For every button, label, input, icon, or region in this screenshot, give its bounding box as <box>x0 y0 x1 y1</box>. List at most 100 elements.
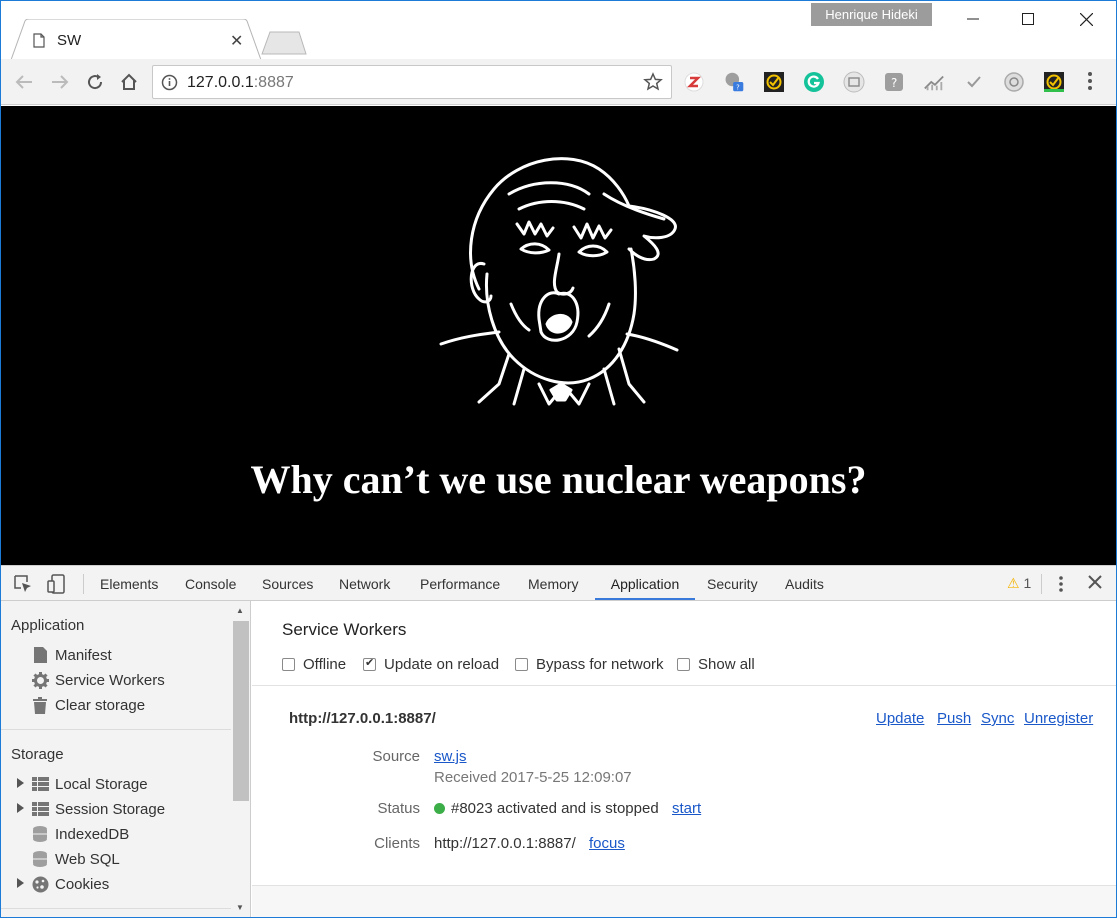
table-icon <box>31 800 49 818</box>
note-extension-icon[interactable]: ? <box>883 71 905 93</box>
tab-network[interactable]: Network <box>333 566 396 600</box>
tab-memory[interactable]: Memory <box>522 566 585 600</box>
chat-extension-icon[interactable]: ? <box>723 71 745 93</box>
worker-origin: http://127.0.0.1:8887/ <box>289 710 436 727</box>
address-bar[interactable]: 127.0.0.1:8887 <box>152 65 672 99</box>
check-extension-icon[interactable] <box>963 71 985 93</box>
update-on-reload-checkbox[interactable]: Update on reload <box>363 656 499 673</box>
checkbox-box[interactable] <box>363 656 376 671</box>
gear-icon <box>31 671 49 689</box>
sidebar-item-clear-storage[interactable]: Clear storage <box>31 694 145 716</box>
bookmark-star-icon[interactable] <box>643 72 663 97</box>
reload-button[interactable] <box>82 69 108 95</box>
svg-text:?: ? <box>891 76 897 90</box>
checkbox-label: Bypass for network <box>536 656 664 673</box>
warning-counter[interactable]: ⚠ 1 <box>1007 575 1031 592</box>
caricature-illustration <box>439 157 679 406</box>
update-link[interactable]: Update <box>876 710 924 727</box>
sidebar-item-label: Clear storage <box>55 696 146 714</box>
storage-section-header: Storage <box>11 746 64 763</box>
stats-extension-icon[interactable] <box>923 71 945 93</box>
trash-icon <box>31 696 49 714</box>
checkbox-box[interactable] <box>515 658 528 671</box>
push-link[interactable]: Push <box>937 710 971 727</box>
tab-shape <box>11 19 262 60</box>
clients-label: Clients <box>374 835 420 852</box>
sidebar-item-cookies[interactable]: Cookies <box>31 873 109 895</box>
page-headline: Why can’t we use nuclear weapons? <box>250 457 867 502</box>
show-all-checkbox[interactable]: Show all <box>677 656 755 673</box>
focus-link[interactable]: focus <box>589 835 625 852</box>
sync-link[interactable]: Sync <box>981 710 1014 727</box>
chrome-menu-icon[interactable] <box>1087 71 1093 96</box>
received-timestamp: Received 2017-5-25 12:09:07 <box>434 769 632 786</box>
sidebar-item-web-sql[interactable]: Web SQL <box>31 848 120 870</box>
info-icon[interactable] <box>161 74 178 96</box>
devtools-menu-icon[interactable] <box>1058 575 1064 598</box>
expand-local-storage-icon[interactable] <box>17 778 24 788</box>
device-toolbar-icon[interactable] <box>46 574 66 599</box>
checkbox-box[interactable] <box>677 658 690 671</box>
checkbox-box[interactable] <box>282 658 295 671</box>
sidebar-item-session-storage[interactable]: Session Storage <box>31 798 165 820</box>
scroll-down-arrow-icon[interactable]: ▼ <box>236 903 244 912</box>
start-link[interactable]: start <box>672 800 701 817</box>
tab-performance[interactable]: Performance <box>414 566 506 600</box>
forward-arrow-icon <box>52 75 69 89</box>
sidebar-item-manifest[interactable]: Manifest <box>31 644 112 666</box>
checker-extension-icon[interactable] <box>763 71 785 93</box>
home-button[interactable] <box>116 69 142 95</box>
sidebar-item-label: Session Storage <box>55 800 166 818</box>
circle-extension-icon[interactable] <box>1003 71 1025 93</box>
unregister-link[interactable]: Unregister <box>1024 710 1093 727</box>
sidebar-item-local-storage[interactable]: Local Storage <box>31 773 148 795</box>
cookie-icon <box>31 875 49 893</box>
page-viewport: Why can’t we use nuclear weapons? <box>1 106 1116 565</box>
maximize-button[interactable] <box>1005 1 1050 37</box>
expand-session-storage-icon[interactable] <box>17 803 24 813</box>
tab-elements[interactable]: Elements <box>94 566 164 600</box>
zotero-extension-icon[interactable] <box>683 71 705 93</box>
new-tab-button[interactable] <box>261 31 307 60</box>
tab-separator-right <box>1041 574 1042 594</box>
panel-divider <box>252 685 1116 686</box>
service-workers-panel: Service Workers Offline Update on reload… <box>252 601 1116 917</box>
minimize-button[interactable] <box>950 1 995 37</box>
grammarly-extension-icon[interactable] <box>803 71 825 93</box>
sidebar-item-label: IndexedDB <box>55 825 130 843</box>
scroll-up-arrow-icon[interactable]: ▲ <box>236 606 244 615</box>
tab-sources[interactable]: Sources <box>256 566 319 600</box>
back-button[interactable] <box>11 69 37 95</box>
checkbox-label: Offline <box>303 656 347 673</box>
sidebar-scroll-thumb[interactable] <box>233 621 249 801</box>
warning-count: 1 <box>1023 575 1032 591</box>
devtools-close-icon[interactable] <box>1088 573 1102 594</box>
profile-badge[interactable]: Henrique Hideki <box>811 3 932 26</box>
title-bar: SW ✕ Henrique Hideki <box>1 1 1116 60</box>
expand-cookies-icon[interactable] <box>17 878 24 888</box>
tab-audits[interactable]: Audits <box>779 566 830 600</box>
checkbox-label: Show all <box>698 656 755 673</box>
screenshot-extension-icon[interactable] <box>843 71 865 93</box>
tab-console[interactable]: Console <box>179 566 242 600</box>
tab-sw[interactable]: SW ✕ <box>11 19 262 60</box>
bypass-for-network-checkbox[interactable]: Bypass for network <box>515 656 664 673</box>
sidebar-item-label: Service Workers <box>55 671 165 689</box>
sidebar-divider <box>1 729 231 730</box>
sidebar-item-service-workers[interactable]: Service Workers <box>31 669 165 691</box>
sidebar-item-indexeddb[interactable]: IndexedDB <box>31 823 129 845</box>
url-text[interactable]: 127.0.0.1:8887 <box>187 74 294 92</box>
offline-checkbox[interactable]: Offline <box>282 656 346 673</box>
panel-footer <box>252 886 1116 917</box>
tab-security[interactable]: Security <box>701 566 764 600</box>
tab-close-button[interactable]: ✕ <box>230 31 243 51</box>
warning-icon: ⚠ <box>1007 575 1020 591</box>
forward-button[interactable] <box>47 69 73 95</box>
tab-application[interactable]: Application <box>595 566 695 600</box>
status-value: #8023 activated and is stopped <box>434 800 659 817</box>
inspect-element-icon[interactable] <box>13 574 33 599</box>
close-window-button[interactable] <box>1064 1 1109 37</box>
source-file-link[interactable]: sw.js <box>434 748 467 765</box>
checker-extension-icon-2[interactable] <box>1043 71 1065 93</box>
back-arrow-icon <box>15 75 32 89</box>
